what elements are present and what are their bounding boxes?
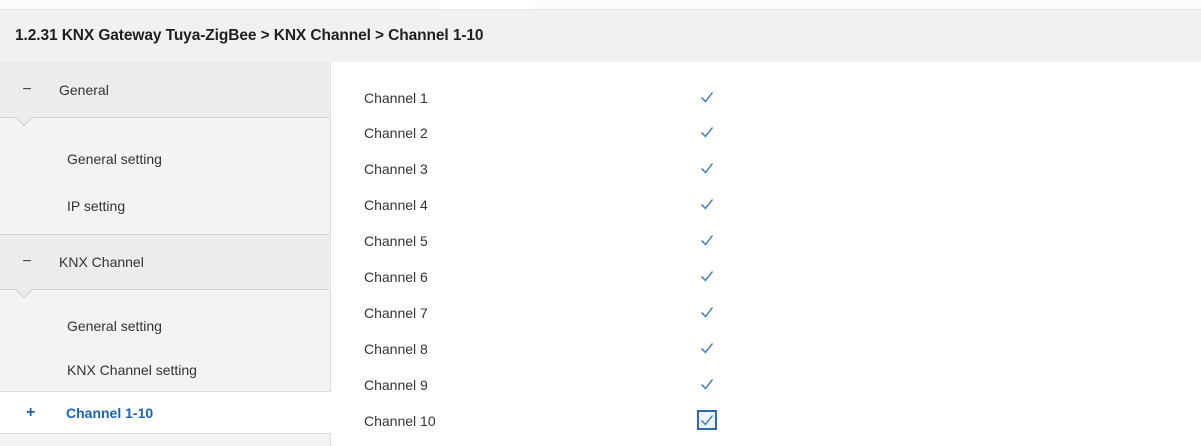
checkmark-icon [701, 379, 714, 390]
channel-row: Channel 9 [331, 367, 1201, 403]
channel-label: Channel 7 [364, 305, 428, 321]
channel-label: Channel 8 [364, 341, 428, 357]
group-notch [15, 109, 33, 127]
channel-label: Channel 2 [364, 125, 428, 141]
channel-row: Channel 5 [331, 223, 1201, 259]
sidebar-group-label: KNX Channel [59, 254, 144, 270]
sidebar-item-general-setting[interactable]: General setting [0, 139, 329, 179]
sidebar-item-label: General setting [67, 151, 162, 167]
channel-checkbox[interactable] [697, 266, 717, 286]
top-strip [0, 0, 1201, 9]
channel-label: Channel 6 [364, 269, 428, 285]
checkmark-icon [701, 199, 714, 210]
breadcrumb: 1.2.31 KNX Gateway Tuya-ZigBee > KNX Cha… [15, 27, 484, 44]
channel-label: Channel 10 [364, 413, 436, 429]
sidebar-item-label: IP setting [67, 198, 126, 214]
sidebar-item-knx-general-setting[interactable]: General setting [0, 306, 329, 346]
sidebar-item-label: KNX Channel setting [67, 362, 197, 378]
channel-checkbox[interactable] [697, 230, 717, 250]
checkmark-icon [701, 271, 714, 282]
channel-row: Channel 4 [331, 187, 1201, 223]
checkmark-icon [701, 163, 714, 174]
channel-checkbox[interactable] [697, 158, 717, 178]
minus-icon[interactable]: − [21, 81, 33, 99]
channel-row: Channel 6 [331, 259, 1201, 295]
channel-label: Channel 9 [364, 377, 428, 393]
plus-icon[interactable]: + [26, 404, 40, 422]
channel-label: Channel 1 [364, 90, 428, 106]
channel-label: Channel 3 [364, 161, 428, 177]
checkmark-icon [701, 92, 714, 103]
sidebar-item-ip-setting[interactable]: IP setting [0, 186, 329, 226]
channel-row: Channel 2 [331, 115, 1201, 151]
checkmark-icon [701, 343, 714, 354]
channel-checkbox[interactable] [697, 338, 717, 358]
sidebar-group-general[interactable]: − General [0, 62, 329, 127]
channel-label: Channel 5 [364, 233, 428, 249]
channel-row: Channel 3 [331, 151, 1201, 187]
channel-checkbox[interactable] [697, 122, 717, 142]
channel-row: Channel 8 [331, 331, 1201, 367]
sidebar-item-label: General setting [67, 318, 162, 334]
channel-checkbox[interactable] [697, 87, 717, 107]
channel-label: Channel 4 [364, 197, 428, 213]
channel-list: Channel 1 Channel 2 Channel 3 Channel 4 … [331, 62, 1201, 446]
channel-checkbox[interactable] [697, 374, 717, 394]
title-bar: 1.2.31 KNX Gateway Tuya-ZigBee > KNX Cha… [0, 9, 1201, 62]
sidebar: − General General setting IP setting − K… [0, 62, 331, 446]
sidebar-group-label: General [59, 81, 109, 98]
sidebar-item-label: Channel 1-10 [66, 404, 154, 421]
group-notch [15, 281, 33, 299]
sidebar-group-knx-channel[interactable]: − KNX Channel [0, 234, 329, 299]
channel-checkbox[interactable] [697, 302, 717, 322]
channel-row: Channel 7 [331, 295, 1201, 331]
channel-row: Channel 1 [331, 80, 1201, 116]
channel-checkbox[interactable] [697, 410, 717, 430]
sidebar-item-channel-1-10[interactable]: + Channel 1-10 [0, 391, 331, 434]
channel-row: Channel 10 [331, 403, 1201, 439]
sidebar-item-knx-channel-setting[interactable]: KNX Channel setting [0, 350, 329, 390]
checkmark-icon [701, 127, 714, 138]
checkmark-icon [701, 415, 714, 426]
tab-hint [440, 0, 535, 9]
channel-checkbox[interactable] [697, 194, 717, 214]
checkmark-icon [701, 307, 714, 318]
checkmark-icon [701, 235, 714, 246]
minus-icon[interactable]: − [21, 253, 33, 271]
